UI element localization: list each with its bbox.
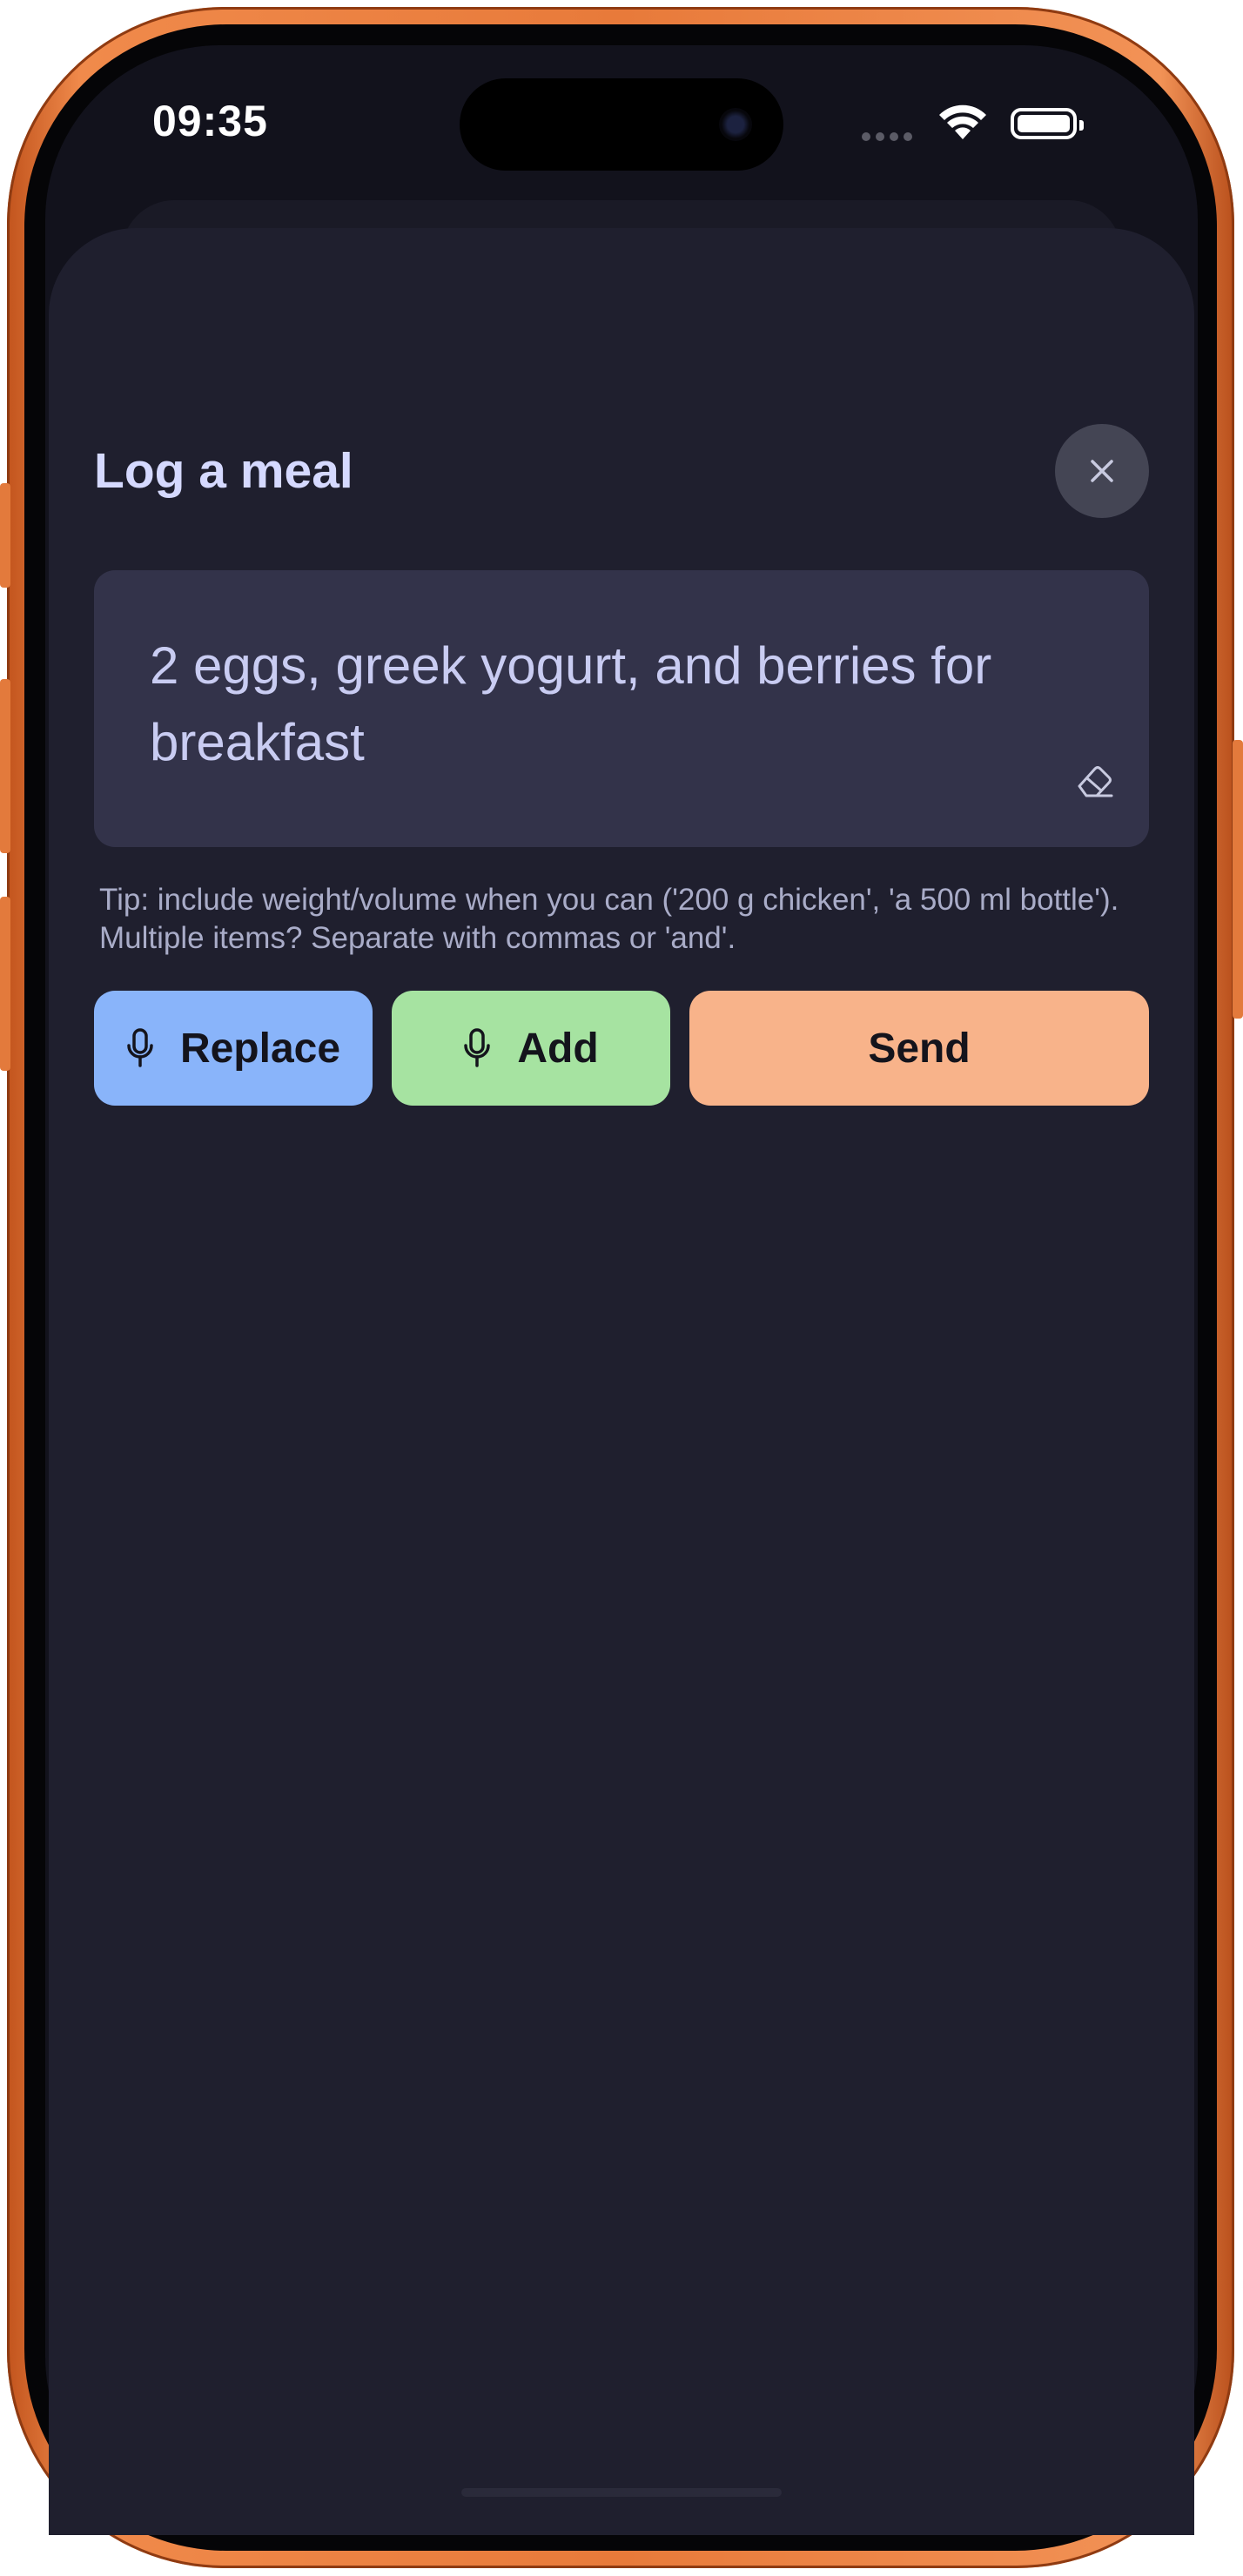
microphone-icon xyxy=(127,1028,153,1067)
battery-icon xyxy=(1011,108,1084,139)
input-tip: Tip: include weight/volume when you can … xyxy=(99,883,1119,955)
meal-input-field[interactable]: 2 eggs, greek yogurt, and berries for br… xyxy=(94,570,1149,847)
sheet-title: Log a meal xyxy=(94,443,353,499)
add-button-label: Add xyxy=(517,1025,599,1072)
dynamic-island xyxy=(460,78,783,171)
replace-voice-button[interactable]: Replace xyxy=(94,991,373,1106)
send-button-label: Send xyxy=(868,1025,971,1072)
volume-up-button xyxy=(0,679,10,853)
camera-icon xyxy=(719,108,752,141)
status-time: 09:35 xyxy=(152,97,268,145)
cellular-signal-icon xyxy=(862,132,912,141)
meal-input-text[interactable]: 2 eggs, greek yogurt, and berries for br… xyxy=(150,628,1090,781)
close-button[interactable] xyxy=(1055,424,1149,518)
add-voice-button[interactable]: Add xyxy=(392,991,670,1106)
close-icon xyxy=(1091,460,1113,482)
eraser-icon[interactable] xyxy=(1074,763,1114,798)
power-button xyxy=(1233,740,1243,1019)
microphone-icon xyxy=(464,1028,491,1067)
send-button[interactable]: Send xyxy=(689,991,1149,1106)
home-indicator[interactable] xyxy=(461,2488,782,2497)
wifi-icon xyxy=(939,104,986,139)
volume-down-button xyxy=(0,897,10,1071)
replace-button-label: Replace xyxy=(179,1025,341,1072)
action-button xyxy=(0,483,10,588)
